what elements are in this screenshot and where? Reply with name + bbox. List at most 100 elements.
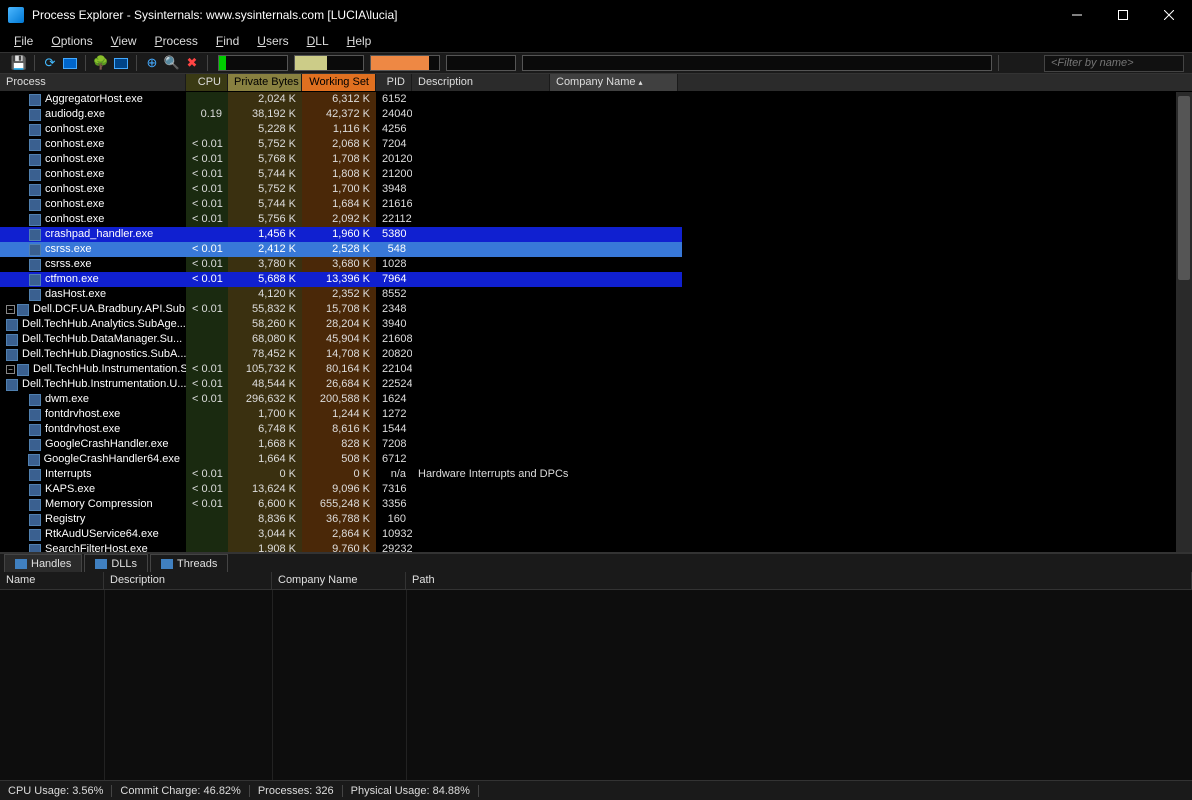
process-name-cell[interactable]: conhost.exe: [0, 212, 186, 227]
lower-tab-dlls[interactable]: DLLs: [84, 554, 148, 572]
commit-graph[interactable]: [294, 55, 364, 71]
process-name-cell[interactable]: dasHost.exe: [0, 287, 186, 302]
lower-col-path[interactable]: Path: [406, 572, 1192, 589]
process-name-cell[interactable]: ctfmon.exe: [0, 272, 186, 287]
save-icon[interactable]: 💾: [10, 54, 28, 72]
process-row[interactable]: dwm.exe< 0.01296,632 K200,588 K1624: [0, 392, 1192, 407]
process-row[interactable]: conhost.exe< 0.015,752 K2,068 K7204: [0, 137, 1192, 152]
process-name-cell[interactable]: csrss.exe: [0, 257, 186, 272]
menu-dll[interactable]: DLL: [299, 32, 337, 50]
process-name-cell[interactable]: conhost.exe: [0, 122, 186, 137]
process-name-cell[interactable]: conhost.exe: [0, 197, 186, 212]
process-name-cell[interactable]: KAPS.exe: [0, 482, 186, 497]
process-name-cell[interactable]: RtkAudUService64.exe: [0, 527, 186, 542]
process-name-cell[interactable]: conhost.exe: [0, 167, 186, 182]
process-row[interactable]: Dell.TechHub.Diagnostics.SubA...78,452 K…: [0, 347, 1192, 362]
col-description[interactable]: Description: [412, 74, 550, 91]
process-row[interactable]: ctfmon.exe< 0.015,688 K13,396 K7964: [0, 272, 1192, 287]
process-row[interactable]: conhost.exe5,228 K1,116 K4256: [0, 122, 1192, 137]
lower-col-description[interactable]: Description: [104, 572, 272, 589]
menu-file[interactable]: File: [6, 32, 41, 50]
refresh-icon[interactable]: ⟳: [41, 54, 59, 72]
menu-process[interactable]: Process: [147, 32, 206, 50]
col-private-bytes[interactable]: Private Bytes: [228, 74, 302, 91]
lower-tab-threads[interactable]: Threads: [150, 554, 228, 572]
process-row[interactable]: crashpad_handler.exe1,456 K1,960 K5380: [0, 227, 1192, 242]
col-cpu[interactable]: CPU: [186, 74, 228, 91]
process-name-cell[interactable]: Dell.TechHub.Instrumentation.U...: [0, 377, 186, 392]
scrollbar-thumb[interactable]: [1178, 96, 1190, 280]
process-row[interactable]: audiodg.exe0.1938,192 K42,372 K24040: [0, 107, 1192, 122]
process-row[interactable]: −Dell.TechHub.Instrumentation.S...< 0.01…: [0, 362, 1192, 377]
process-row[interactable]: fontdrvhost.exe1,700 K1,244 K1272: [0, 407, 1192, 422]
dll-icon[interactable]: [112, 54, 130, 72]
process-row[interactable]: fontdrvhost.exe6,748 K8,616 K1544: [0, 422, 1192, 437]
process-row[interactable]: RtkAudUService64.exe3,044 K2,864 K10932: [0, 527, 1192, 542]
process-name-cell[interactable]: Registry: [0, 512, 186, 527]
lower-col-name[interactable]: Name: [0, 572, 104, 589]
process-name-cell[interactable]: conhost.exe: [0, 137, 186, 152]
menu-users[interactable]: Users: [249, 32, 296, 50]
kill-icon[interactable]: ✖: [183, 54, 201, 72]
col-pid[interactable]: PID: [376, 74, 412, 91]
process-row[interactable]: KAPS.exe< 0.0113,624 K9,096 K7316: [0, 482, 1192, 497]
process-name-cell[interactable]: AggregatorHost.exe: [0, 92, 186, 107]
menu-help[interactable]: Help: [339, 32, 380, 50]
process-row[interactable]: csrss.exe< 0.013,780 K3,680 K1028: [0, 257, 1192, 272]
process-row[interactable]: csrss.exe< 0.012,412 K2,528 K548: [0, 242, 1192, 257]
process-name-cell[interactable]: Dell.TechHub.DataManager.Su...: [0, 332, 186, 347]
process-row[interactable]: conhost.exe< 0.015,752 K1,700 K3948: [0, 182, 1192, 197]
io-graph[interactable]: [446, 55, 516, 71]
process-name-cell[interactable]: conhost.exe: [0, 152, 186, 167]
close-button[interactable]: [1146, 0, 1192, 30]
process-list[interactable]: AggregatorHost.exe2,024 K6,312 K6152audi…: [0, 92, 1192, 552]
menu-options[interactable]: Options: [43, 32, 100, 50]
find-icon[interactable]: 🔍: [163, 54, 181, 72]
maximize-button[interactable]: [1100, 0, 1146, 30]
process-name-cell[interactable]: fontdrvhost.exe: [0, 407, 186, 422]
process-name-cell[interactable]: GoogleCrashHandler64.exe: [0, 452, 186, 467]
process-row[interactable]: Dell.TechHub.Analytics.SubAge...58,260 K…: [0, 317, 1192, 332]
col-working-set[interactable]: Working Set: [302, 74, 376, 91]
process-row[interactable]: conhost.exe< 0.015,768 K1,708 K20120: [0, 152, 1192, 167]
col-process[interactable]: Process: [0, 74, 186, 91]
net-graph[interactable]: [522, 55, 992, 71]
sysinfo-icon[interactable]: [61, 54, 79, 72]
process-row[interactable]: conhost.exe< 0.015,744 K1,684 K21616: [0, 197, 1192, 212]
target-icon[interactable]: ⊕: [143, 54, 161, 72]
cpu-graph[interactable]: [218, 55, 288, 71]
filter-input[interactable]: [1044, 55, 1184, 72]
process-row[interactable]: Dell.TechHub.DataManager.Su...68,080 K45…: [0, 332, 1192, 347]
process-row[interactable]: Registry8,836 K36,788 K160: [0, 512, 1192, 527]
process-row[interactable]: Interrupts< 0.010 K0 Kn/aHardware Interr…: [0, 467, 1192, 482]
process-name-cell[interactable]: Interrupts: [0, 467, 186, 482]
process-name-cell[interactable]: GoogleCrashHandler.exe: [0, 437, 186, 452]
process-row[interactable]: Memory Compression< 0.016,600 K655,248 K…: [0, 497, 1192, 512]
process-row[interactable]: conhost.exe< 0.015,744 K1,808 K21200: [0, 167, 1192, 182]
col-company[interactable]: Company Name ▴: [550, 74, 678, 91]
lower-tab-handles[interactable]: Handles: [4, 554, 82, 572]
process-row[interactable]: AggregatorHost.exe2,024 K6,312 K6152: [0, 92, 1192, 107]
lower-col-company[interactable]: Company Name: [272, 572, 406, 589]
vertical-scrollbar[interactable]: [1176, 92, 1192, 552]
process-name-cell[interactable]: crashpad_handler.exe: [0, 227, 186, 242]
process-name-cell[interactable]: Memory Compression: [0, 497, 186, 512]
process-name-cell[interactable]: fontdrvhost.exe: [0, 422, 186, 437]
tree-icon[interactable]: 🌳: [92, 54, 110, 72]
tree-toggle-icon[interactable]: −: [6, 305, 15, 314]
process-row[interactable]: Dell.TechHub.Instrumentation.U...< 0.014…: [0, 377, 1192, 392]
minimize-button[interactable]: [1054, 0, 1100, 30]
process-name-cell[interactable]: −Dell.DCF.UA.Bradbury.API.Sub...: [0, 302, 186, 317]
process-name-cell[interactable]: SearchFilterHost.exe: [0, 542, 186, 552]
phys-graph[interactable]: [370, 55, 440, 71]
tree-toggle-icon[interactable]: −: [6, 365, 15, 374]
process-row[interactable]: dasHost.exe4,120 K2,352 K8552: [0, 287, 1192, 302]
process-row[interactable]: GoogleCrashHandler.exe1,668 K828 K7208: [0, 437, 1192, 452]
process-row[interactable]: SearchFilterHost.exe1,908 K9,760 K29232: [0, 542, 1192, 552]
process-name-cell[interactable]: Dell.TechHub.Diagnostics.SubA...: [0, 347, 186, 362]
menu-find[interactable]: Find: [208, 32, 247, 50]
process-row[interactable]: GoogleCrashHandler64.exe1,664 K508 K6712: [0, 452, 1192, 467]
lower-pane-body[interactable]: [0, 590, 1192, 780]
process-name-cell[interactable]: Dell.TechHub.Analytics.SubAge...: [0, 317, 186, 332]
process-name-cell[interactable]: dwm.exe: [0, 392, 186, 407]
